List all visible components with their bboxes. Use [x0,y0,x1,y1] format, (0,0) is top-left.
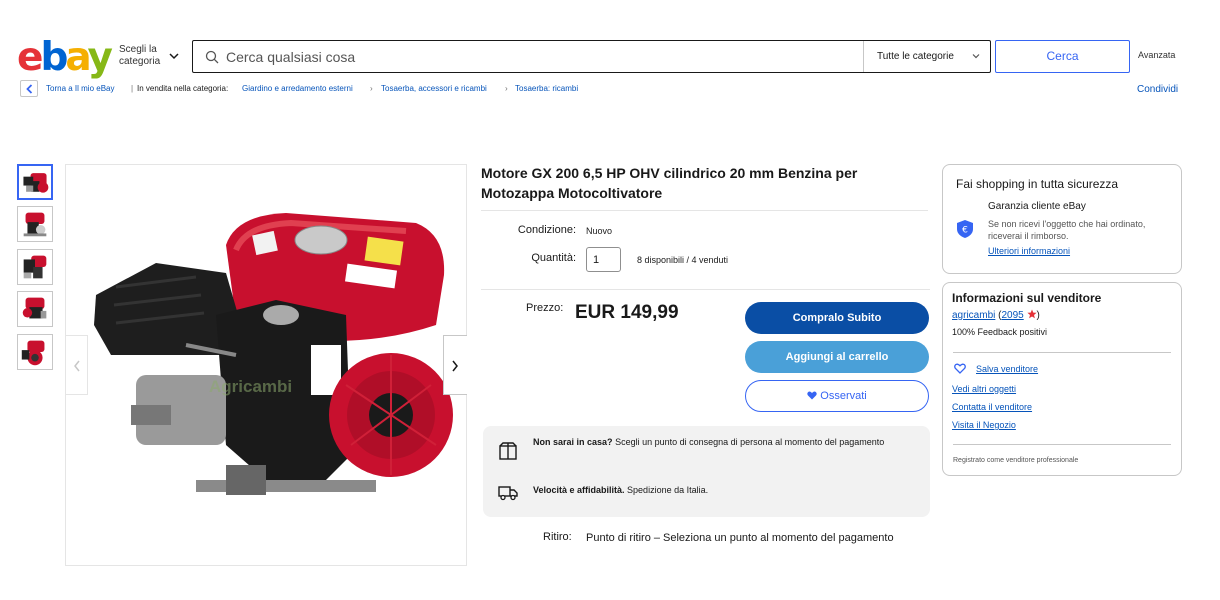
thumbnail[interactable] [17,334,53,370]
engine-thumbnail-image [22,297,47,319]
category-select[interactable]: Tutte le categorie [863,41,991,72]
divider [481,210,928,211]
breadcrumb-item[interactable]: Tosaerba: ricambi [515,84,578,94]
engine-thumbnail-image [23,212,47,237]
heart-outline-icon[interactable] [954,363,966,374]
availability-text: 8 disponibili / 4 venduti [637,255,729,265]
chevron-left-icon [74,360,80,372]
contact-seller-link[interactable]: Contatta il venditore [952,402,1032,412]
breadcrumb-divider: | [131,84,134,93]
thumbnail[interactable] [17,291,53,327]
search-button[interactable]: Cerca [995,40,1130,73]
chevron-right-icon: › [370,84,373,93]
ritiro-label: Ritiro: [543,531,572,543]
engine-thumbnail-image [23,173,49,193]
package-icon [499,442,517,460]
feedback-positive: 100% Feedback positivi [952,327,1048,337]
chevron-down-icon [972,54,980,59]
pickup-info: Non sarai in casa? Scegli un punto di co… [533,436,918,449]
search-icon [205,50,219,64]
breadcrumb-link[interactable]: Tosaerba, accessori e ricambi [381,84,487,93]
breadcrumb-item[interactable]: Tosaerba, accessori e ricambi [381,84,487,94]
condition-label: Condizione: [517,224,576,236]
image-watermark: Agricambi [209,377,293,396]
add-to-cart-button[interactable]: Aggiungi al carrello [745,341,929,373]
seller-info-panel: Informazioni sul venditore agricambi (20… [942,282,1182,476]
back-button[interactable] [20,80,38,97]
seller-info-title: Informazioni sul venditore [952,291,1102,305]
next-image-button[interactable] [443,335,467,395]
registered-seller-note: Registrato come venditore professionale [953,457,1079,464]
engine-thumbnail-image [21,340,45,366]
delivery-info-box: Non sarai in casa? Scegli un punto di co… [483,426,930,517]
product-title: Motore GX 200 6,5 HP OHV cilindrico 20 m… [481,165,858,201]
thumbnail[interactable] [17,249,53,285]
seller-name-row: agricambi (2095 ) [952,309,1040,321]
more-info-link[interactable]: Ulteriori informazioni [988,246,1070,256]
category-select-label: Tutte le categorie [877,51,954,62]
search-bar: Tutte le categorie [192,40,991,73]
shop-by-category[interactable]: Scegli la categoria [119,44,169,68]
condition-value: Nuovo [586,226,613,236]
divider [953,352,1171,353]
price-label: Prezzo: [526,302,564,314]
guarantee-title: Garanzia cliente eBay [988,201,1086,212]
divider [481,289,930,290]
star-icon [1026,309,1037,319]
visit-store-link[interactable]: Visita il Negozio [952,420,1016,430]
breadcrumb-link[interactable]: Tosaerba: ricambi [515,84,578,93]
ebay-logo[interactable]: ebay [17,38,113,78]
shipping-info: Velocità e affidabilità. Spedizione da I… [533,484,918,497]
safe-shopping-title: Fai shopping in tutta sicurezza [956,177,1119,191]
svg-text:€: € [962,226,968,236]
engine-image [94,213,453,495]
thumbnail[interactable] [17,164,53,200]
breadcrumb-item[interactable]: Giardino e arredamento esterni [242,84,353,94]
pickup-title: Non sarai in casa? [533,437,613,447]
watch-label: Osservati [820,390,867,402]
chevron-left-icon [26,84,33,94]
chevron-right-icon [452,360,458,372]
shipping-title: Velocità e affidabilità. [533,485,625,495]
chevron-right-icon: › [505,84,508,93]
listed-in-label: In vendita nella categoria: [137,84,229,93]
search-input[interactable] [226,47,846,67]
chevron-down-icon[interactable] [168,50,180,62]
buy-now-button[interactable]: Compralo Subito [745,302,929,334]
quantity-input[interactable] [586,247,621,272]
back-link-text[interactable]: Torna a Il mio eBay [46,84,114,93]
share-link[interactable]: Condividi [1137,84,1178,95]
quantity-label: Quantità: [531,252,576,264]
back-link[interactable]: Torna a Il mio eBay [46,84,114,94]
shipping-text: Spedizione da Italia. [627,485,709,495]
truck-icon [498,486,518,501]
feedback-count-link[interactable]: 2095 [1001,310,1023,321]
ritiro-value: Punto di ritiro – Seleziona un punto al … [586,532,894,544]
previous-image-button[interactable] [66,335,88,395]
advanced-search-link[interactable]: Avanzata [1138,50,1175,60]
shield-icon: € [957,220,973,238]
heart-icon [807,391,817,400]
watch-button[interactable]: Osservati [745,380,929,412]
price-value: EUR 149,99 [575,302,679,323]
guarantee-text: Se non ricevi l'oggetto che hai ordinato… [988,219,1146,241]
thumbnail[interactable] [17,206,53,242]
engine-thumbnail-image [23,255,47,279]
pickup-text: Scegli un punto di consegna di persona a… [615,437,885,447]
seller-name-link[interactable]: agricambi [952,310,995,321]
safe-shopping-panel: Fai shopping in tutta sicurezza € Garanz… [942,164,1182,274]
save-seller-link[interactable]: Salva venditore [976,364,1038,374]
see-other-items-link[interactable]: Vedi altri oggetti [952,384,1016,394]
main-product-image[interactable]: Agricambi [65,164,467,566]
divider [953,444,1171,445]
breadcrumb-link[interactable]: Giardino e arredamento esterni [242,84,353,93]
